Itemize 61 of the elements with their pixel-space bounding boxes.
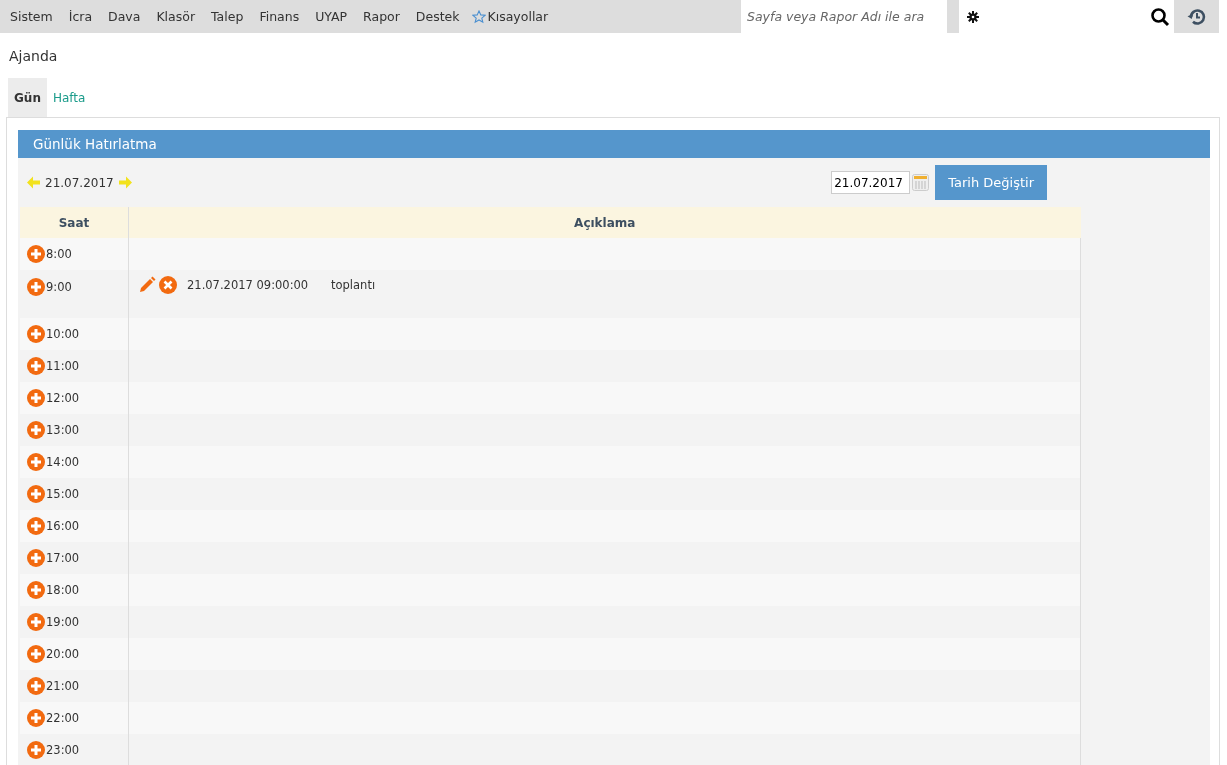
hour-label: 8:00 xyxy=(46,247,72,261)
add-icon[interactable] xyxy=(27,325,45,343)
add-icon[interactable] xyxy=(27,453,45,471)
current-date: 21.07.2017 xyxy=(45,175,114,190)
hour-label: 23:00 xyxy=(46,743,80,757)
hour-label: 19:00 xyxy=(46,615,80,629)
hour-label: 9:00 xyxy=(46,280,72,294)
hour-label: 16:00 xyxy=(46,519,80,533)
menu-item[interactable]: Talep xyxy=(203,9,252,24)
tab[interactable]: Gün xyxy=(8,78,47,117)
history-icon[interactable] xyxy=(1186,6,1207,27)
add-icon[interactable] xyxy=(27,741,45,759)
shortcuts-menu[interactable]: Kısayollar xyxy=(467,9,557,24)
add-icon[interactable] xyxy=(27,613,45,631)
search-field[interactable]: Sayfa veya Rapor Adı ile ara xyxy=(741,0,947,33)
search-icon[interactable] xyxy=(1150,6,1170,27)
calendar-icon[interactable] xyxy=(912,174,930,191)
menu-item[interactable]: Dava xyxy=(100,9,149,24)
hour-label: 11:00 xyxy=(46,359,80,373)
add-icon[interactable] xyxy=(27,677,45,695)
hour-label: 18:00 xyxy=(46,583,80,597)
add-icon[interactable] xyxy=(27,581,45,599)
hour-label: 20:00 xyxy=(46,647,80,661)
panel-header: Günlük Hatırlatma xyxy=(18,130,1210,158)
hour-label: 10:00 xyxy=(46,327,80,341)
hour-label: 21:00 xyxy=(46,679,80,693)
menu-item[interactable]: Klasör xyxy=(148,9,204,24)
menu-item[interactable]: Rapor xyxy=(355,9,408,24)
hour-label: 17:00 xyxy=(46,551,80,565)
add-icon[interactable] xyxy=(27,517,45,535)
column-header: Açıklama xyxy=(128,207,1081,238)
add-icon[interactable] xyxy=(27,357,45,375)
add-icon[interactable] xyxy=(27,645,45,663)
hour-label: 22:00 xyxy=(46,711,80,725)
entry-datetime: 21.07.2017 09:00:00 xyxy=(187,278,310,292)
add-icon[interactable] xyxy=(27,421,45,439)
page-title: Ajanda xyxy=(8,47,59,66)
quick-field[interactable] xyxy=(959,0,1174,33)
add-icon[interactable] xyxy=(27,709,45,727)
menu-item[interactable]: İcra xyxy=(60,9,101,24)
date-field[interactable]: 21.07.2017 xyxy=(831,171,911,194)
tab[interactable]: Hafta xyxy=(46,78,92,117)
hour-label: 15:00 xyxy=(46,487,80,501)
star-icon xyxy=(471,9,486,24)
gear-icon xyxy=(967,10,979,23)
hour-label: 13:00 xyxy=(46,423,80,437)
menu-item[interactable]: UYAP xyxy=(307,9,356,24)
add-icon[interactable] xyxy=(27,389,45,407)
menu-item[interactable]: Finans xyxy=(251,9,308,24)
pencil-icon[interactable] xyxy=(138,276,156,294)
menu-item[interactable]: Sistem xyxy=(2,9,61,24)
entry-description: toplantı xyxy=(331,278,376,292)
add-icon[interactable] xyxy=(27,278,45,296)
menu-item[interactable]: Destek xyxy=(407,9,468,24)
hour-label: 12:00 xyxy=(46,391,80,405)
add-icon[interactable] xyxy=(27,485,45,503)
delete-icon[interactable] xyxy=(159,276,177,294)
add-icon[interactable] xyxy=(27,245,45,263)
add-icon[interactable] xyxy=(27,549,45,567)
column-header: Saat xyxy=(20,207,129,238)
hour-label: 14:00 xyxy=(46,455,80,469)
